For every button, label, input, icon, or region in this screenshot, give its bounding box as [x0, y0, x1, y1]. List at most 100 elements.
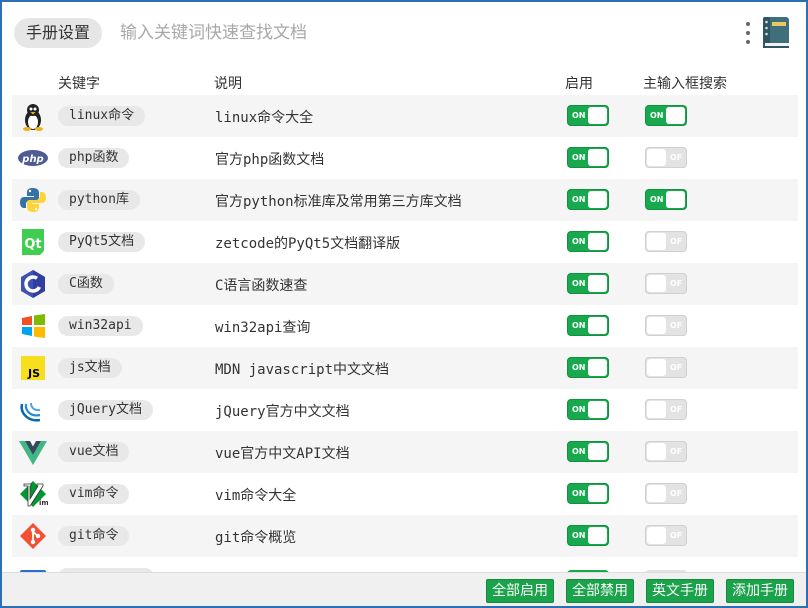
main-search-toggle[interactable]: OF — [645, 147, 687, 168]
description-text: vim命令大全 — [215, 488, 297, 504]
list-item: php php函数 官方php函数文档 ON OF — [12, 137, 798, 179]
description-text: 官方python标准库及常用第三方库文档 — [215, 194, 462, 210]
jquery-icon — [20, 402, 41, 422]
description-text: vue官方中文API文档 — [215, 446, 350, 462]
description-text: git命令概览 — [215, 530, 297, 546]
keyword-tag: vue文档 — [58, 442, 130, 462]
keyword-tag: PyQt5文档 — [58, 232, 146, 252]
keyword-tag: C函数 — [58, 274, 114, 294]
toggle-label: OF — [670, 489, 683, 498]
enabled-toggle[interactable]: ON — [567, 441, 609, 462]
manual-book-icon[interactable] — [760, 16, 792, 50]
toggle-label: OF — [670, 153, 683, 162]
main-search-toggle[interactable]: OF — [645, 231, 687, 252]
list-item: python库 官方python标准库及常用第三方库文档 ON ON — [12, 179, 798, 221]
list-item: im vim命令 vim命令大全 ON OF — [12, 473, 798, 515]
enabled-toggle[interactable]: ON — [567, 525, 609, 546]
keyword-tag: js文档 — [58, 358, 122, 378]
search-input[interactable] — [120, 18, 700, 48]
main-search-toggle[interactable]: OF — [645, 315, 687, 336]
php-icon: php — [18, 150, 48, 166]
svg-text:JS: JS — [27, 367, 40, 380]
list-item: linux命令 linux命令大全 ON ON — [12, 95, 798, 137]
linux-icon — [23, 104, 43, 131]
description-text: linux命令大全 — [215, 110, 314, 126]
description-text: 官方php函数文档 — [215, 152, 325, 168]
toggle-label: ON — [572, 363, 586, 372]
description-text: win32api查询 — [215, 320, 311, 336]
toggle-label: OF — [670, 363, 683, 372]
enabled-toggle[interactable]: ON — [567, 105, 609, 126]
list-item: C函数 C语言函数速查 ON OF — [12, 263, 798, 305]
page-title: 手册设置 — [14, 18, 103, 48]
list-item: git命令 git命令概览 ON OF — [12, 515, 798, 557]
enabled-toggle[interactable]: ON — [567, 273, 609, 294]
keyword-tag: git命令 — [58, 526, 130, 546]
keyword-tag: linux命令 — [58, 106, 146, 126]
toggle-label: ON — [572, 153, 586, 162]
toggle-label: ON — [572, 531, 586, 540]
toggle-label: OF — [670, 279, 683, 288]
disable-all-button[interactable]: 全部禁用 — [566, 579, 634, 603]
list-item: JS js文档 MDN javascript中文文档 ON OF — [12, 347, 798, 389]
toggle-label: ON — [572, 405, 586, 414]
qt-icon: Qt — [22, 229, 44, 255]
enabled-toggle[interactable]: ON — [567, 231, 609, 252]
enabled-toggle[interactable]: ON — [567, 399, 609, 420]
description-text: MDN javascript中文文档 — [215, 362, 390, 378]
toggle-label: ON — [572, 195, 586, 204]
header: 手册设置 — [2, 2, 806, 64]
list-item: win32api win32api查询 ON OF — [12, 305, 798, 347]
keyword-tag: win32api — [58, 316, 143, 336]
svg-text:im: im — [39, 499, 48, 507]
more-menu-icon[interactable] — [744, 22, 752, 44]
list-item: vue文档 vue官方中文API文档 ON OF — [12, 431, 798, 473]
enabled-toggle[interactable]: ON — [567, 147, 609, 168]
enabled-toggle[interactable]: ON — [567, 315, 609, 336]
toggle-label: ON — [572, 447, 586, 456]
main-search-toggle[interactable]: OF — [645, 273, 687, 294]
toggle-label: OF — [670, 405, 683, 414]
english-manual-button[interactable]: 英文手册 — [646, 579, 714, 603]
enabled-toggle[interactable]: ON — [567, 357, 609, 378]
add-manual-button[interactable]: 添加手册 — [726, 579, 794, 603]
toggle-label: ON — [572, 321, 586, 330]
vue-icon — [19, 441, 47, 465]
toggle-label: OF — [670, 447, 683, 456]
enable-all-button[interactable]: 全部启用 — [486, 579, 554, 603]
enabled-toggle[interactable]: ON — [567, 483, 609, 504]
list-item: Qt PyQt5文档 zetcode的PyQt5文档翻译版 ON OF — [12, 221, 798, 263]
keyword-tag: php函数 — [58, 148, 130, 168]
svg-text:Qt: Qt — [24, 237, 41, 252]
windows-icon — [22, 314, 45, 338]
toggle-label: ON — [572, 489, 586, 498]
keyword-tag: jQuery文档 — [58, 400, 153, 420]
main-search-toggle[interactable]: OF — [645, 357, 687, 378]
list-item: jQuery文档 jQuery官方中文文档 ON OF — [12, 389, 798, 431]
svg-text:php: php — [21, 154, 43, 165]
toggle-label: OF — [670, 321, 683, 330]
main-search-toggle[interactable]: OF — [645, 441, 687, 462]
main-search-toggle[interactable]: OF — [645, 399, 687, 420]
column-header-description: 说明 — [214, 76, 242, 92]
javascript-icon: JS — [21, 356, 45, 380]
main-search-toggle[interactable]: ON — [645, 105, 687, 126]
footer-toolbar: 全部启用 全部禁用 英文手册 添加手册 — [2, 572, 806, 606]
column-header-main-search: 主输入框搜索 — [643, 76, 727, 92]
toggle-label: OF — [670, 531, 683, 540]
toggle-label: ON — [572, 237, 586, 246]
main-search-toggle[interactable]: OF — [645, 483, 687, 504]
description-text: C语言函数速查 — [215, 278, 308, 294]
description-text: zetcode的PyQt5文档翻译版 — [215, 236, 401, 252]
column-header-keyword: 关键字 — [58, 76, 100, 92]
main-search-toggle[interactable]: ON — [645, 189, 687, 210]
toggle-label: ON — [650, 111, 664, 120]
toggle-label: ON — [572, 279, 586, 288]
python-icon — [20, 188, 46, 212]
enabled-toggle[interactable]: ON — [567, 189, 609, 210]
git-icon — [20, 523, 46, 549]
main-search-toggle[interactable]: OF — [645, 525, 687, 546]
keyword-tag: vim命令 — [58, 484, 130, 504]
toggle-label: ON — [650, 195, 664, 204]
keyword-tag: python库 — [58, 190, 140, 210]
